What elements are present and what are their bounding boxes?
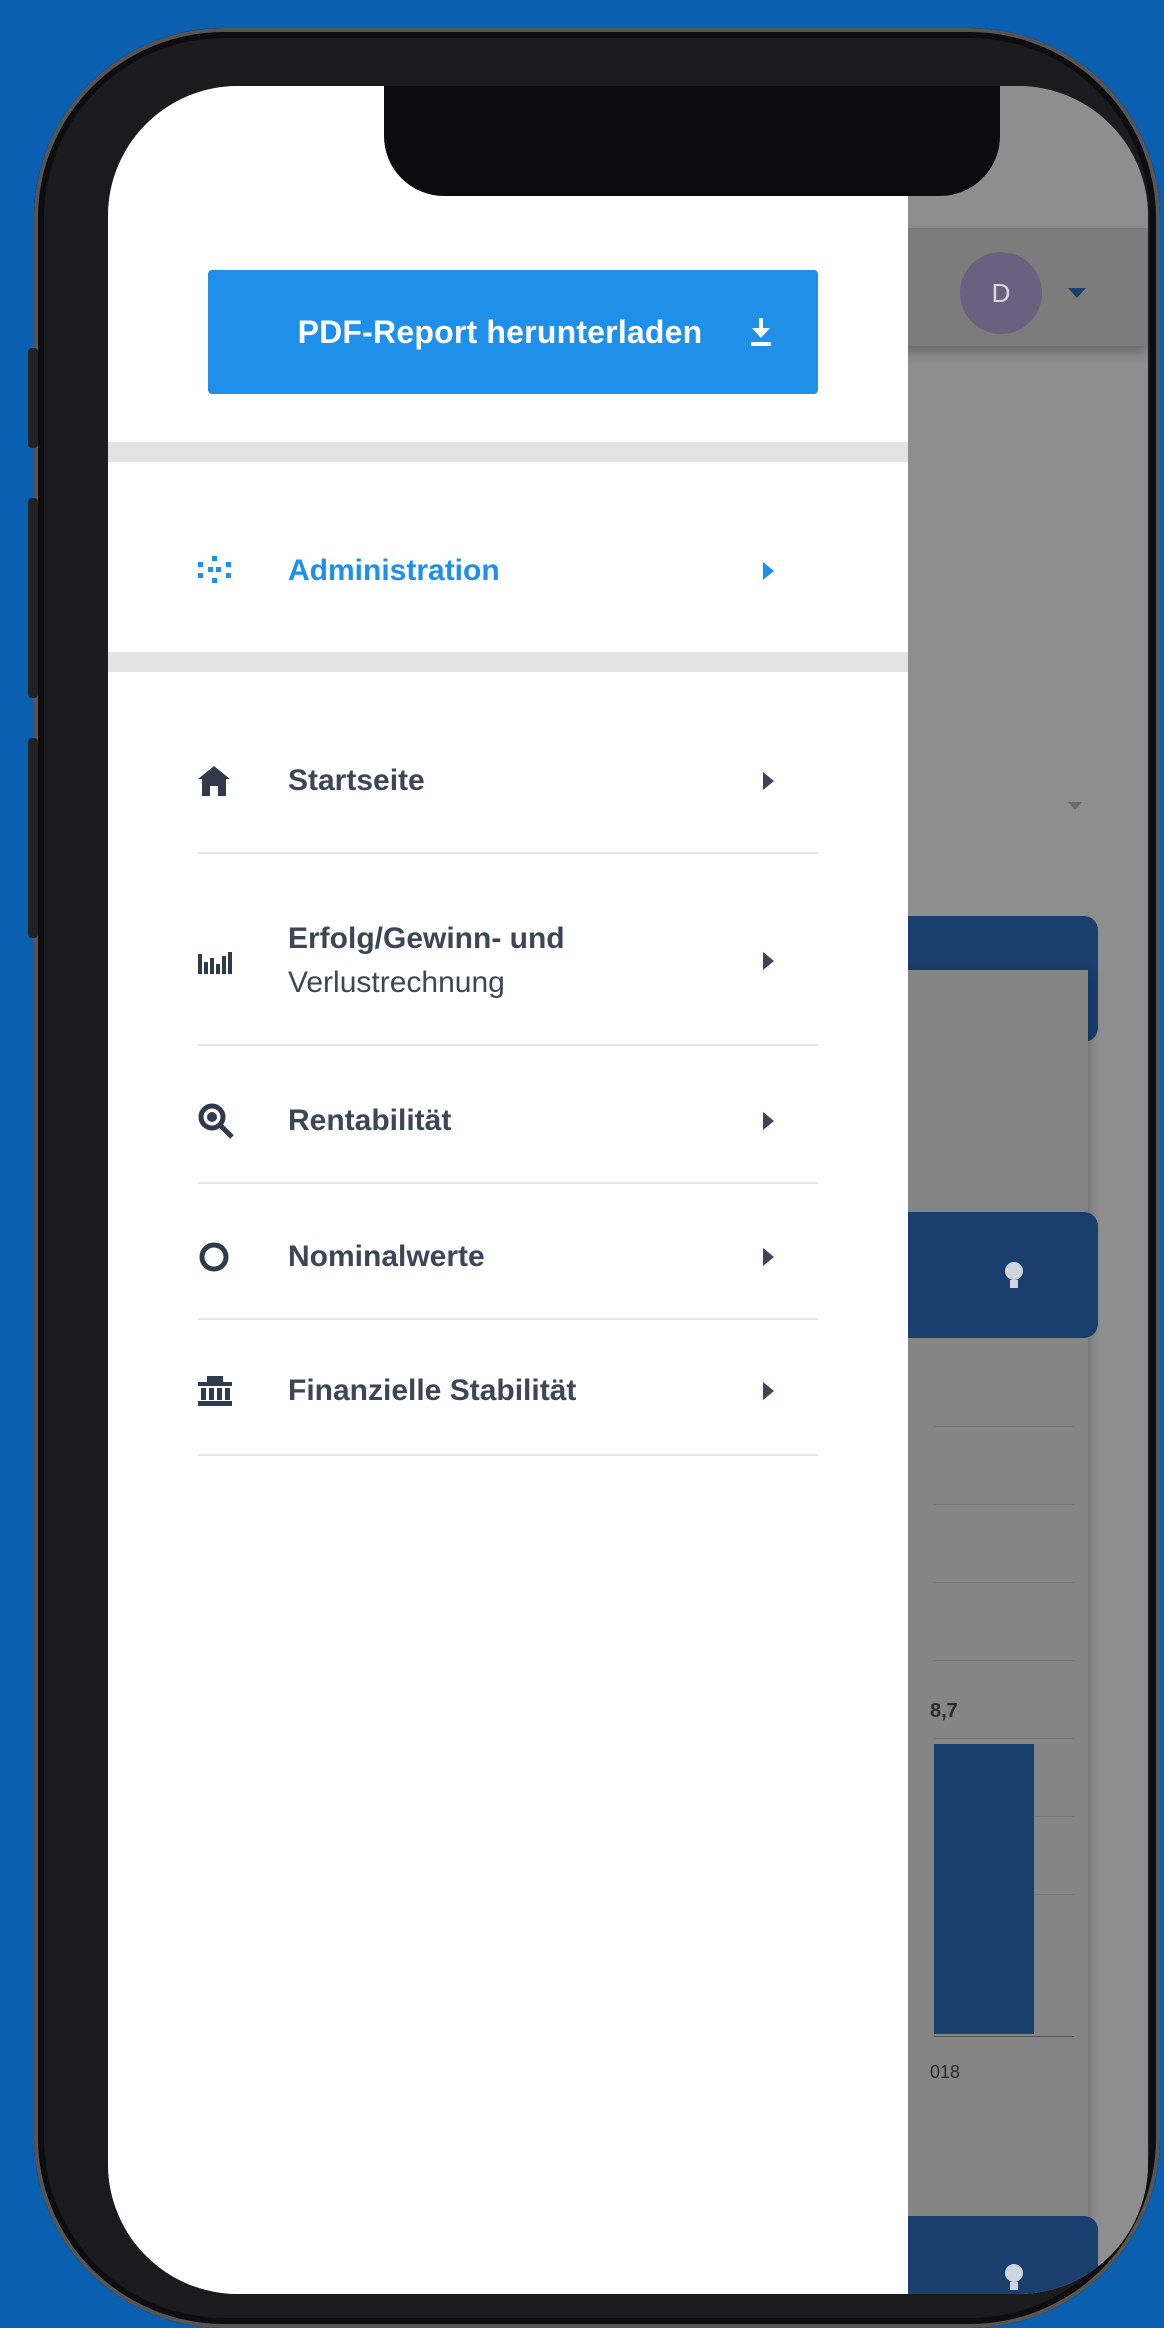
row-separator bbox=[198, 1182, 818, 1184]
chevron-right-icon bbox=[763, 952, 774, 970]
notch bbox=[384, 86, 1000, 196]
menu-item-administration[interactable]: Administration bbox=[198, 526, 818, 616]
row-separator bbox=[198, 852, 818, 854]
side-button-volume-up bbox=[28, 498, 38, 698]
download-pdf-report-button[interactable]: PDF-Report herunterladen bbox=[208, 270, 818, 394]
home-icon bbox=[198, 766, 262, 796]
grid-line bbox=[934, 1738, 1074, 1739]
menu-item-label-wrap: Erfolg/Gewinn- und Verlustrechnung bbox=[262, 917, 763, 1005]
x-axis bbox=[934, 2036, 1074, 2037]
chart-header-card bbox=[908, 1212, 1098, 1338]
grid-line bbox=[934, 1582, 1074, 1583]
bar-chart-icon bbox=[198, 948, 262, 974]
x-axis-label: 018 bbox=[930, 2062, 961, 2082]
row-separator bbox=[198, 1318, 818, 1320]
circle-icon bbox=[198, 1241, 262, 1273]
chevron-right-icon bbox=[763, 562, 774, 580]
grid-line bbox=[934, 1426, 1074, 1427]
menu-item-rentabilitaet[interactable]: Rentabilität bbox=[198, 1076, 818, 1166]
menu-item-label: Rentabilität bbox=[288, 1104, 452, 1137]
grid-line bbox=[934, 1660, 1074, 1661]
bank-icon bbox=[198, 1376, 262, 1406]
chevron-right-icon bbox=[763, 1382, 774, 1400]
section-divider bbox=[108, 442, 908, 462]
menu-item-label-line1: Erfolg/Gewinn- und bbox=[288, 922, 565, 955]
menu-item-nominalwerte[interactable]: Nominalwerte bbox=[198, 1212, 818, 1302]
menu-item-label: Finanzielle Stabilität bbox=[288, 1374, 577, 1407]
bar-value-label: 8,7 bbox=[930, 1700, 958, 1722]
menu-item-label: Nominalwerte bbox=[288, 1240, 485, 1273]
grid-line bbox=[934, 1504, 1074, 1505]
admin-dots-icon bbox=[198, 556, 262, 586]
navigation-drawer: PDF-Report herunterladen Administration … bbox=[108, 86, 908, 2294]
side-button-mute bbox=[28, 348, 38, 448]
chevron-right-icon bbox=[763, 772, 774, 790]
row-separator bbox=[198, 1044, 818, 1046]
pdf-button-label: PDF-Report herunterladen bbox=[297, 313, 703, 350]
section-caret-icon[interactable] bbox=[1068, 802, 1082, 810]
menu-item-startseite[interactable]: Startseite bbox=[198, 736, 818, 826]
menu-item-erfolg-gewinn-verlustrechnung[interactable]: Erfolg/Gewinn- und Verlustrechnung bbox=[198, 886, 818, 1036]
chart-panel bbox=[908, 970, 1088, 2294]
menu-item-label: Startseite bbox=[288, 764, 425, 797]
side-button-volume-down bbox=[28, 738, 38, 938]
menu-item-finanzielle-stabilitaet[interactable]: Finanzielle Stabilität bbox=[198, 1346, 818, 1436]
download-icon bbox=[751, 318, 771, 346]
lightbulb-icon[interactable] bbox=[1002, 2262, 1026, 2294]
row-separator bbox=[198, 1454, 818, 1456]
avatar[interactable]: D bbox=[960, 252, 1042, 334]
magnifier-icon bbox=[198, 1103, 262, 1139]
chevron-right-icon bbox=[763, 1248, 774, 1266]
phone-screen: D 8,7 018 PDF-Report herunterladen Admin… bbox=[108, 86, 1148, 2294]
section-divider bbox=[108, 652, 908, 672]
second-card-header bbox=[908, 2216, 1098, 2294]
chart-bar bbox=[934, 1744, 1034, 2034]
chevron-right-icon bbox=[763, 1112, 774, 1130]
phone-frame: D 8,7 018 PDF-Report herunterladen Admin… bbox=[28, 28, 1160, 2328]
lightbulb-icon[interactable] bbox=[1002, 1260, 1026, 1292]
menu-item-label-line2: Verlustrechnung bbox=[288, 966, 505, 999]
avatar-menu-caret-icon[interactable] bbox=[1068, 288, 1086, 298]
menu-item-label: Administration bbox=[288, 554, 500, 587]
